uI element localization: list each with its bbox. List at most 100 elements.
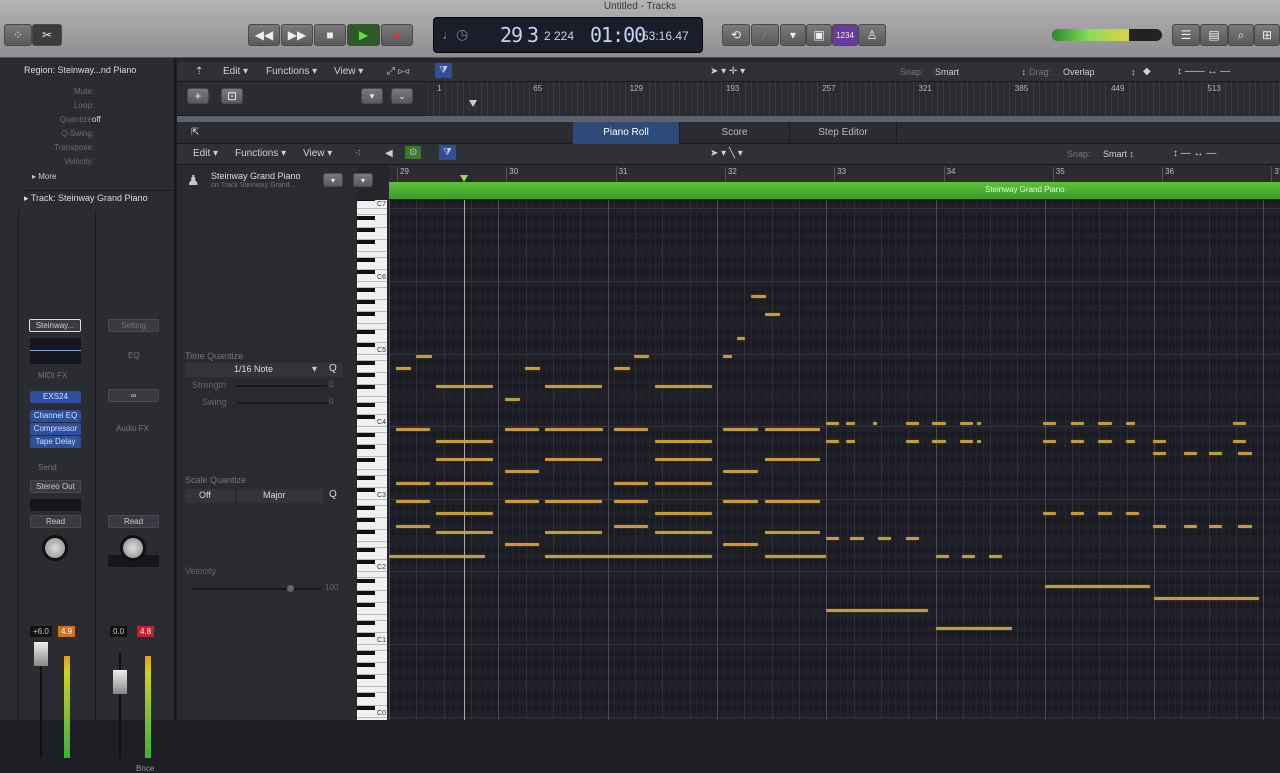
midi-note[interactable] bbox=[504, 470, 539, 474]
midi-note[interactable] bbox=[932, 439, 946, 443]
library-icon[interactable]: ⊞ bbox=[1254, 24, 1280, 46]
back-icon[interactable]: ⇡ bbox=[195, 66, 203, 77]
midi-note[interactable] bbox=[395, 482, 430, 486]
midi-note[interactable] bbox=[395, 367, 412, 371]
tab-score[interactable]: Score bbox=[680, 122, 790, 144]
pan-knob[interactable] bbox=[42, 535, 68, 561]
tab-piano-roll[interactable]: Piano Roll bbox=[573, 122, 680, 144]
midi-note[interactable] bbox=[504, 397, 521, 401]
midi-note[interactable] bbox=[614, 427, 649, 431]
midi-note[interactable] bbox=[845, 439, 855, 443]
swing-slider[interactable] bbox=[237, 402, 327, 404]
plugin-slot[interactable]: Tape Delay bbox=[30, 436, 81, 448]
midi-note[interactable] bbox=[504, 542, 539, 546]
midi-note[interactable] bbox=[614, 482, 649, 486]
notepad-icon[interactable]: ▤ bbox=[1200, 24, 1228, 46]
folder-icon[interactable]: ⊡ bbox=[221, 88, 243, 104]
audio-fx-slot[interactable]: Audio FX bbox=[116, 424, 149, 433]
output-button[interactable]: Stereo Out bbox=[30, 480, 81, 493]
midi-note[interactable] bbox=[764, 500, 820, 504]
midi-note[interactable] bbox=[1153, 451, 1167, 455]
scale-type-select[interactable]: Major bbox=[237, 489, 323, 503]
midi-note[interactable] bbox=[1154, 597, 1260, 601]
strength-slider[interactable] bbox=[237, 385, 327, 387]
midi-note[interactable] bbox=[826, 421, 840, 425]
quantize-q-button[interactable]: Q bbox=[329, 363, 337, 374]
tab-step-editor[interactable]: Step Editor bbox=[790, 122, 897, 144]
replace-icon[interactable]: ⁄ bbox=[751, 24, 779, 46]
velocity-slider[interactable] bbox=[191, 585, 321, 592]
track-filter-icon[interactable]: ⌄ bbox=[391, 88, 413, 104]
midi-note[interactable] bbox=[1042, 439, 1056, 443]
global-tracks-icon[interactable]: ▾ bbox=[361, 88, 383, 104]
edit-menu[interactable]: Edit ▾ bbox=[193, 148, 218, 159]
view-menu[interactable]: View ▾ bbox=[334, 66, 363, 77]
scale-q-button[interactable]: Q bbox=[329, 489, 337, 500]
automation-icon[interactable]: ⤢ ⊳⊲ bbox=[387, 66, 410, 77]
lcd-display[interactable]: ♩◷ 29 3 2 224 01:00 53:16.47 bbox=[433, 17, 703, 53]
play-button[interactable]: ▶ bbox=[347, 24, 380, 46]
midi-note[interactable] bbox=[764, 312, 781, 316]
midi-note[interactable] bbox=[905, 421, 920, 425]
time-quantize-select[interactable]: 1/16 Note ▾ bbox=[185, 363, 343, 377]
midi-fx-slot[interactable]: MIDI FX bbox=[38, 371, 67, 380]
midi-note[interactable] bbox=[614, 524, 649, 528]
link-icon[interactable]: ⊙ bbox=[405, 146, 422, 159]
autopunch-icon[interactable]: ▾ bbox=[780, 24, 806, 46]
collapse-icon[interactable]: ⁖ bbox=[355, 148, 361, 159]
editors-icon[interactable]: ✂ bbox=[32, 24, 62, 46]
record-button[interactable]: ● bbox=[381, 24, 413, 46]
midi-note[interactable] bbox=[1098, 512, 1112, 516]
volume-fader[interactable] bbox=[34, 642, 48, 666]
pointer-tool[interactable]: ➤ ▾ ✛ ▾ bbox=[710, 66, 745, 77]
zoom-slider[interactable]: ↕ — ↔ — bbox=[1173, 148, 1216, 159]
midi-note[interactable] bbox=[504, 427, 539, 431]
stop-button[interactable]: ■ bbox=[314, 24, 346, 46]
link-button[interactable]: ∞ bbox=[108, 389, 159, 402]
midi-note[interactable] bbox=[545, 385, 603, 389]
midi-note[interactable] bbox=[959, 421, 973, 425]
vertical-zoom-slider[interactable]: ↕ —— ↔ — bbox=[1177, 66, 1230, 77]
midi-note[interactable] bbox=[654, 439, 712, 443]
piano-keyboard[interactable]: C7 C6 C5 C4 C3 C2 C1 C0 bbox=[357, 200, 387, 720]
browser-search-icon[interactable]: ⌕ bbox=[1228, 24, 1254, 46]
group-slot[interactable] bbox=[30, 499, 81, 511]
bar-ruler[interactable]: 29 30 31 32 33 34 35 36 37 bbox=[389, 165, 1280, 182]
midi-note[interactable] bbox=[750, 294, 767, 298]
more-disclosure[interactable]: ▸ More bbox=[32, 172, 56, 181]
midi-note[interactable] bbox=[1232, 421, 1247, 425]
midi-note[interactable] bbox=[723, 427, 758, 431]
catch-icon[interactable]: ⧩ bbox=[435, 63, 452, 78]
instrument-slot[interactable]: EXS24 bbox=[30, 391, 81, 403]
midi-note[interactable] bbox=[1208, 451, 1223, 455]
midi-note[interactable] bbox=[395, 427, 430, 431]
tracks-ruler[interactable]: 1 65 129 193 257 321 385 449 513 bbox=[427, 82, 1280, 116]
midi-note[interactable] bbox=[845, 421, 855, 425]
midi-note[interactable] bbox=[614, 500, 649, 504]
automation-button[interactable]: Read bbox=[108, 515, 159, 528]
midi-note[interactable] bbox=[524, 367, 541, 371]
midi-note[interactable] bbox=[1232, 439, 1247, 443]
master-volume-slider[interactable] bbox=[1052, 29, 1162, 41]
midi-note[interactable] bbox=[504, 500, 539, 504]
midi-note[interactable] bbox=[977, 439, 982, 443]
midi-note[interactable] bbox=[416, 355, 432, 359]
midi-note[interactable] bbox=[935, 627, 1013, 631]
midi-note[interactable] bbox=[389, 554, 486, 558]
snap-select[interactable]: Smart ↕ bbox=[1103, 149, 1134, 159]
midi-note[interactable] bbox=[1042, 512, 1056, 516]
midi-note[interactable] bbox=[935, 554, 949, 558]
midi-note[interactable] bbox=[1208, 524, 1223, 528]
waveform-zoom-icon[interactable]: ◆ bbox=[1143, 66, 1151, 77]
functions-menu[interactable]: Functions ▾ bbox=[266, 66, 317, 77]
list-editors-icon[interactable]: ☰ bbox=[1172, 24, 1200, 46]
track-header[interactable]: ▸ Track: Steinway Grand Piano bbox=[24, 190, 174, 204]
midi-note[interactable] bbox=[723, 500, 758, 504]
piano-roll-grid[interactable] bbox=[389, 200, 1280, 720]
region-bar[interactable]: Steinway Grand Piano bbox=[389, 182, 1280, 199]
midi-note[interactable] bbox=[764, 458, 820, 461]
midi-note[interactable] bbox=[545, 500, 603, 504]
midi-note[interactable] bbox=[614, 367, 630, 371]
midi-note[interactable] bbox=[877, 536, 891, 540]
drag-select[interactable]: Overlap ↕ bbox=[1063, 67, 1136, 77]
